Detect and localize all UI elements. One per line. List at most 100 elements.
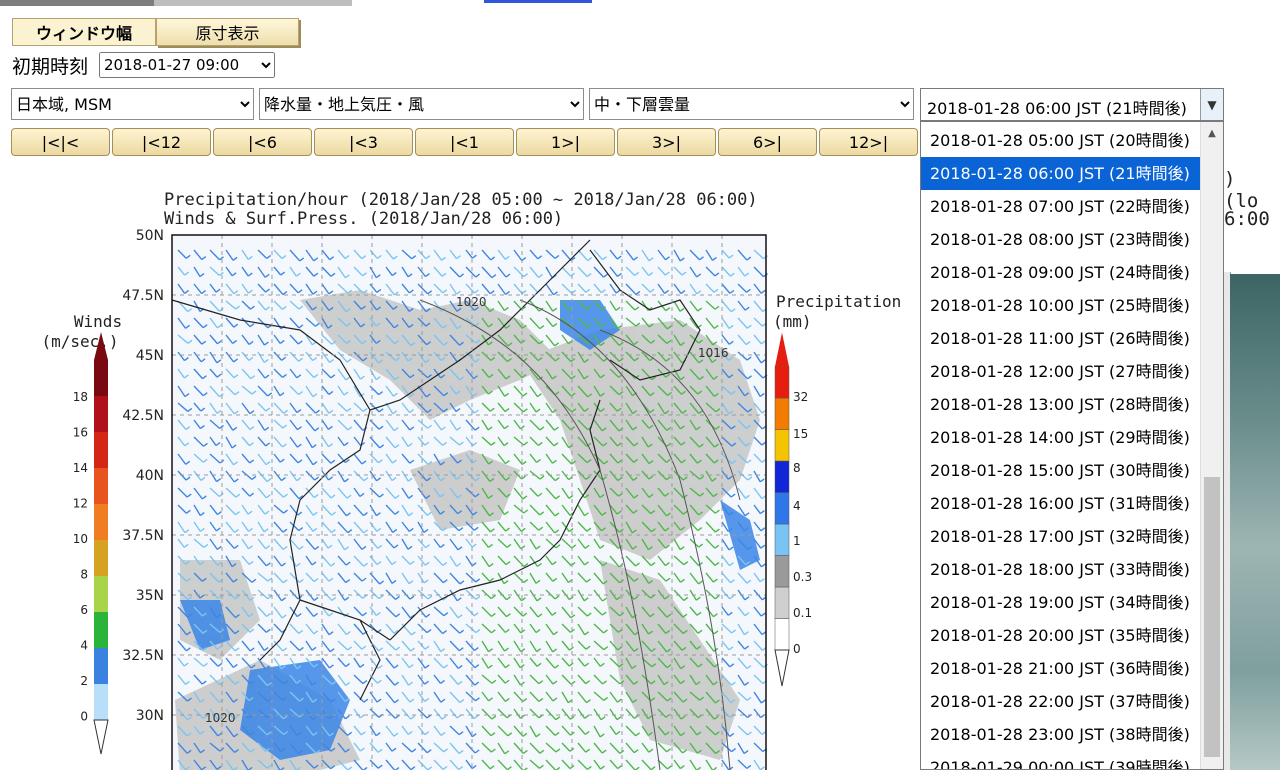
- precip-legend-unit: (mm): [773, 312, 812, 331]
- isobar-label: 1020: [456, 295, 487, 309]
- second-map-image: [1230, 274, 1280, 770]
- nav-button-back-12[interactable]: |<12: [112, 128, 211, 156]
- latitude-label: 32.5N: [122, 648, 164, 664]
- dropdown-item[interactable]: 2018-01-28 07:00 JST (22時間後): [921, 190, 1201, 223]
- precip-scale-top-arrow: [775, 332, 789, 367]
- latitude-label: 45N: [136, 348, 164, 364]
- precip-scale-segment: [774, 492, 790, 525]
- cloud-select[interactable]: 中・下層雲量: [589, 88, 914, 120]
- actual-size-button[interactable]: 原寸表示: [156, 18, 299, 46]
- precip-tick-label: 8: [793, 461, 801, 475]
- nav-button-fwd-6[interactable]: 6>|: [718, 128, 817, 156]
- winds-tick-label: 18: [73, 390, 88, 404]
- dropdown-item[interactable]: 2018-01-28 10:00 JST (25時間後): [921, 289, 1201, 322]
- latitude-labels: 50N 47.5N 45N 42.5N 40N 37.5N 35N 32.5N 30N: [122, 228, 164, 724]
- winds-scale-segment: [94, 396, 108, 432]
- precip-scale-segment: [774, 555, 790, 588]
- dropdown-item[interactable]: 2018-01-28 09:00 JST (24時間後): [921, 256, 1201, 289]
- dropdown-item[interactable]: 2018-01-28 21:00 JST (36時間後): [921, 652, 1201, 685]
- dropdown-item[interactable]: 2018-01-28 19:00 JST (34時間後): [921, 586, 1201, 619]
- precip-legend-title: Precipitation: [776, 292, 901, 311]
- initial-time-select[interactable]: 2018-01-27 09:00: [99, 52, 275, 78]
- dropdown-item[interactable]: 2018-01-28 22:00 JST (37時間後): [921, 685, 1201, 718]
- initial-time-label: 初期時刻: [12, 56, 89, 78]
- dropdown-item[interactable]: 2018-01-28 13:00 JST (28時間後): [921, 388, 1201, 421]
- dropdown-item[interactable]: 2018-01-28 06:00 JST (21時間後): [921, 157, 1201, 190]
- precip-color-scale: [774, 332, 790, 687]
- valid-time-options: 2018-01-28 05:00 JST (20時間後) 2018-01-28 0…: [921, 124, 1201, 769]
- winds-tick-label: 2: [80, 674, 88, 688]
- valid-time-value: 2018-01-28 06:00 JST (21時間後): [927, 99, 1187, 118]
- winds-tick-label: 4: [80, 639, 88, 653]
- dropdown-item[interactable]: 2018-01-28 15:00 JST (30時間後): [921, 454, 1201, 487]
- winds-ticks: 18 16 14 12 10 8 6 4 2 0: [73, 390, 88, 724]
- nav-button-back-3[interactable]: |<3: [314, 128, 413, 156]
- dropdown-item[interactable]: 2018-01-28 16:00 JST (31時間後): [921, 487, 1201, 520]
- latitude-label: 35N: [136, 588, 164, 604]
- winds-tick-label: 8: [80, 568, 88, 582]
- precip-scale-segment: [774, 397, 790, 430]
- dropdown-item[interactable]: 2018-01-29 00:00 JST (39時間後): [921, 751, 1201, 769]
- dropdown-item[interactable]: 2018-01-28 05:00 JST (20時間後): [921, 124, 1201, 157]
- precip-tick-label: 0.1: [793, 606, 812, 620]
- dropdown-item[interactable]: 2018-01-28 17:00 JST (32時間後): [921, 520, 1201, 553]
- winds-legend-unit: (m/sec.): [41, 332, 118, 351]
- dropdown-scrollbar[interactable]: ▲: [1200, 122, 1223, 769]
- nav-button-fwd-3[interactable]: 3>|: [617, 128, 716, 156]
- nav-button-fwd-1[interactable]: 1>|: [516, 128, 615, 156]
- winds-tick-label: 12: [73, 497, 88, 511]
- winds-tick-label: 14: [73, 461, 88, 475]
- precip-tick-label: 1: [793, 534, 801, 548]
- precip-scale-bottom-arrow: [774, 649, 790, 687]
- winds-tick-label: 16: [73, 426, 88, 440]
- latitude-label: 42.5N: [122, 408, 164, 424]
- top-tab-strip-active: [0, 0, 154, 6]
- valid-time-dropdown[interactable]: 2018-01-28 05:00 JST (20時間後) 2018-01-28 0…: [920, 121, 1224, 770]
- winds-scale-segment: [94, 612, 108, 648]
- dropdown-item[interactable]: 2018-01-28 20:00 JST (35時間後): [921, 619, 1201, 652]
- dropdown-item[interactable]: 2018-01-28 23:00 JST (38時間後): [921, 718, 1201, 751]
- nav-button-back-6[interactable]: |<6: [213, 128, 312, 156]
- latitude-label: 37.5N: [122, 528, 164, 544]
- latitude-label: 40N: [136, 468, 164, 484]
- winds-scale-segment: [94, 504, 108, 540]
- winds-legend-title: Winds: [74, 312, 122, 331]
- second-map-time-fragment: 6:00: [1224, 208, 1270, 230]
- precip-scale-segment: [774, 460, 790, 493]
- scroll-up-icon[interactable]: ▲: [1201, 122, 1223, 144]
- winds-tick-label: 10: [73, 532, 88, 546]
- winds-scale-bottom-arrow: [93, 719, 109, 755]
- dropdown-item[interactable]: 2018-01-28 11:00 JST (26時間後): [921, 322, 1201, 355]
- winds-scale-segment: [94, 684, 108, 720]
- dropdown-item[interactable]: 2018-01-28 08:00 JST (23時間後): [921, 223, 1201, 256]
- chevron-down-icon[interactable]: ▼: [1200, 89, 1223, 120]
- winds-tick-label: 6: [80, 603, 88, 617]
- window-width-button[interactable]: ウィンドウ幅: [12, 18, 156, 46]
- weather-map: 1020 1020 1016 Winds (m/sec.) 1816141210…: [41, 228, 901, 770]
- second-map-title-fragment: ) (lo: [1224, 168, 1259, 212]
- nav-button-fwd-12[interactable]: 12>|: [819, 128, 918, 156]
- precip-tick-label: 15: [793, 427, 808, 441]
- map-title-precip: Precipitation/hour (2018/Jan/28 05:00 ~ …: [164, 190, 758, 210]
- valid-time-select[interactable]: 2018-01-28 06:00 JST (21時間後) ▼: [920, 88, 1224, 121]
- isobar-label: 1020: [205, 711, 236, 725]
- dropdown-item[interactable]: 2018-01-28 12:00 JST (27時間後): [921, 355, 1201, 388]
- scrollbar-thumb[interactable]: [1204, 477, 1220, 757]
- top-link-underline[interactable]: [484, 0, 592, 3]
- precip-tick-label: 0.3: [793, 570, 812, 584]
- dropdown-item[interactable]: 2018-01-28 14:00 JST (29時間後): [921, 421, 1201, 454]
- nav-button-back-1[interactable]: |<1: [415, 128, 514, 156]
- dropdown-item[interactable]: 2018-01-28 18:00 JST (33時間後): [921, 553, 1201, 586]
- precip-ticks: 32 15 8 4 1 0.3 0.1 0: [793, 390, 812, 656]
- nav-button-first[interactable]: |<|<: [11, 128, 110, 156]
- domain-select[interactable]: 日本域, MSM: [11, 88, 254, 120]
- winds-tick-label: 0: [80, 710, 88, 724]
- winds-scale-segment: [94, 360, 108, 396]
- element-select[interactable]: 降水量・地上気圧・風: [259, 88, 584, 120]
- precip-tick-label: 0: [793, 642, 801, 656]
- winds-scale-segment: [94, 432, 108, 468]
- winds-scale-segment: [94, 468, 108, 504]
- precip-tick-label: 32: [793, 390, 808, 404]
- winds-scale-segment: [94, 540, 108, 576]
- precip-scale-segment: [774, 586, 790, 619]
